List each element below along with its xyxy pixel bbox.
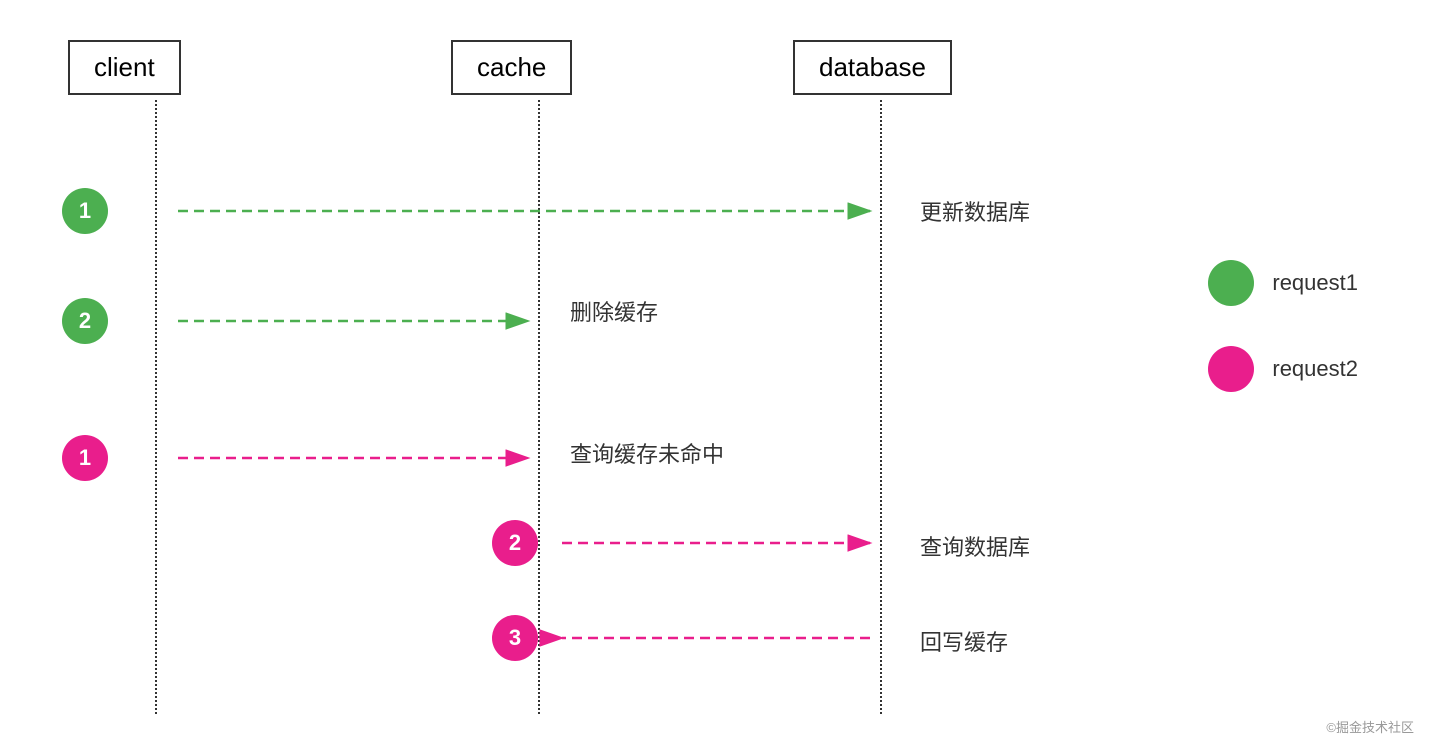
legend-circle-green (1208, 260, 1254, 306)
step-r1-2: 2 (62, 298, 108, 344)
legend-item-request1: request1 (1208, 260, 1358, 306)
step-r2-2: 2 (492, 520, 538, 566)
step-r1-1: 1 (62, 188, 108, 234)
label-writeback: 回写缓存 (920, 625, 1008, 657)
actor-database: database (793, 40, 952, 95)
label-query-db: 查询数据库 (920, 530, 1030, 562)
label-cache-miss: 查询缓存未命中 (570, 437, 724, 469)
label-delete-cache: 删除缓存 (570, 295, 658, 327)
legend-item-request2: request2 (1208, 346, 1358, 392)
actor-cache: cache (451, 40, 572, 95)
step-r2-3: 3 (492, 615, 538, 661)
legend-label-request2: request2 (1272, 356, 1358, 382)
lifeline-cache (538, 100, 540, 714)
legend-circle-pink (1208, 346, 1254, 392)
step-r2-1: 1 (62, 435, 108, 481)
legend: request1 request2 (1208, 260, 1358, 432)
label-update-db: 更新数据库 (920, 195, 1030, 227)
watermark: ©掘金技术社区 (1326, 717, 1414, 736)
diagram: client cache database (0, 0, 1438, 754)
legend-label-request1: request1 (1272, 270, 1358, 296)
lifeline-database (880, 100, 882, 714)
lifeline-client (155, 100, 157, 714)
actor-client: client (68, 40, 181, 95)
